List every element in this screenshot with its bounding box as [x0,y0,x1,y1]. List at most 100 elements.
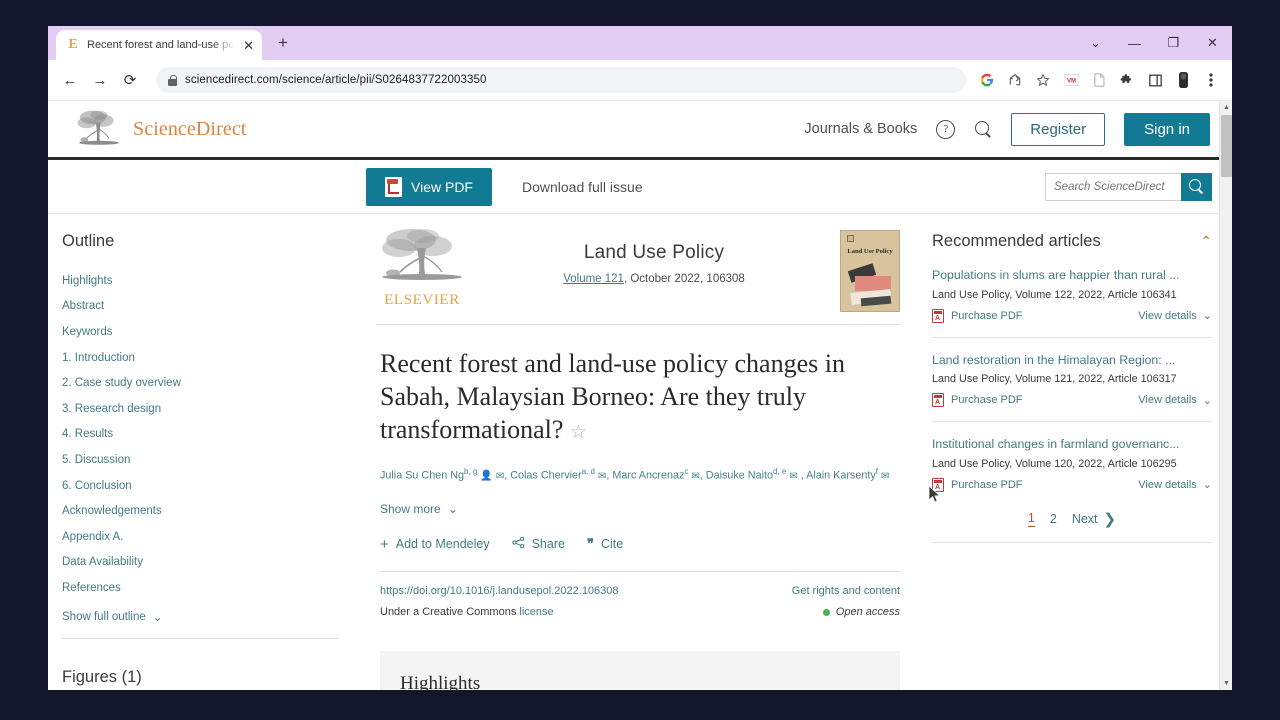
view-pdf-label: View PDF [411,178,473,195]
journal-volume-line: Volume 121, October 2022, 106308 [472,273,836,285]
side-panel-icon[interactable] [1142,67,1168,93]
elsevier-tree-icon [77,110,119,145]
outline-item-results[interactable]: 4. Results [62,422,338,448]
outline-item-references[interactable]: References [62,575,338,601]
outline-item-discussion[interactable]: 5. Discussion [62,447,338,473]
chevron-down-icon: ⌄ [447,502,458,517]
doi-link[interactable]: https://doi.org/10.1016/j.landusepol.202… [380,585,619,597]
show-full-outline-label: Show full outline [62,610,146,623]
outline-item-keywords[interactable]: Keywords [62,319,338,345]
journal-title[interactable]: Land Use Policy [472,242,836,264]
purchase-pdf-button[interactable]: Purchase PDF [932,477,1023,492]
tab-strip: E Recent forest and land-use polic ✕ + ⌄… [48,26,1232,60]
purchase-pdf-label: Purchase PDF [951,309,1023,322]
favorite-star-icon[interactable]: ☆ [570,422,587,443]
outline-item-case-study-overview[interactable]: 2. Case study overview [62,370,338,396]
author-profile-icon[interactable]: 👤 [480,471,492,482]
search-icon[interactable] [974,120,992,138]
tab-search-dropdown-icon[interactable]: ⌄ [1076,26,1115,60]
new-tab-button[interactable]: + [272,33,294,55]
author-email-icon[interactable]: ✉ [789,469,797,486]
author-name[interactable]: Daisuke Naito [706,470,773,482]
divider [932,541,1212,543]
chevron-right-icon: ❯ [1103,510,1117,528]
scroll-up-icon[interactable]: ▲ [1220,101,1232,114]
minimize-icon[interactable]: — [1115,26,1154,60]
close-window-icon[interactable]: ✕ [1193,26,1232,60]
page-1-button[interactable]: 1 [1027,511,1035,527]
view-details-button[interactable]: View details ⌄ [1138,478,1212,492]
cover-title: Land Use Policy [847,248,893,255]
journals-books-link[interactable]: Journals & Books [804,121,917,137]
author-email-icon[interactable]: ✉ [881,469,889,486]
volume-link[interactable]: Volume 121 [563,273,624,285]
purchase-pdf-button[interactable]: Purchase PDF [932,393,1023,408]
search-submit-button[interactable] [1181,172,1212,201]
author-email-icon[interactable]: ✉ [691,469,699,486]
profile-icon[interactable] [1170,67,1196,93]
journal-cover-image[interactable]: Land Use Policy [840,230,900,312]
search-input[interactable] [1045,172,1181,201]
forward-icon[interactable]: → [86,66,114,94]
scrollbar-thumb[interactable] [1221,115,1232,177]
browser-tab[interactable]: E Recent forest and land-use polic ✕ [56,30,262,60]
get-rights-and-content-link[interactable]: Get rights and content [792,585,900,597]
help-icon[interactable]: ? [936,119,956,139]
author-name[interactable]: Colas Chervier [510,470,581,482]
register-button[interactable]: Register [1011,112,1106,146]
outline-item-abstract[interactable]: Abstract [62,294,338,320]
recommended-pagination: 1 2 Next ❯ [932,510,1212,528]
view-details-button[interactable]: View details ⌄ [1138,394,1212,407]
divider [932,421,1212,423]
download-full-issue-link[interactable]: Download full issue [522,179,643,195]
outline-item-conclusion[interactable]: 6. Conclusion [62,473,338,499]
add-to-mendeley-button[interactable]: + Add to Mendeley [380,537,490,552]
next-page-button[interactable]: Next ❯ [1072,510,1116,528]
maximize-icon[interactable]: ❐ [1154,26,1193,60]
reload-icon[interactable]: ⟳ [116,66,144,94]
extension-vm-icon[interactable]: VM [1058,67,1084,93]
article-title-text: Recent forest and land-use policy change… [380,349,845,445]
outline-item-appendix-a[interactable]: Appendix A. [62,524,338,550]
scroll-down-icon[interactable]: ▼ [1220,677,1232,690]
page-scrollbar[interactable]: ▲ ▼ [1219,101,1232,690]
outline-item-data-availability[interactable]: Data Availability [62,550,338,576]
recommended-article-meta: Land Use Policy, Volume 122, 2022, Artic… [932,288,1177,301]
menu-kebab-icon[interactable] [1198,67,1224,93]
share-icon[interactable] [1002,67,1028,93]
browser-window: E Recent forest and land-use polic ✕ + ⌄… [48,26,1232,690]
sciencedirect-logo[interactable]: ScienceDirect [76,109,246,149]
signin-button[interactable]: Sign in [1124,112,1210,146]
page-2-button[interactable]: 2 [1050,512,1057,526]
address-bar[interactable]: sciencedirect.com/science/article/pii/S0… [156,67,966,93]
reader-page-icon[interactable] [1086,67,1112,93]
google-icon[interactable] [974,67,1000,93]
outline-item-introduction[interactable]: 1. Introduction [62,345,338,371]
author-affil-sup: c [684,467,689,477]
open-access-badge: Open access [822,606,900,618]
license-link[interactable]: license [519,606,553,618]
sciencedirect-header: ScienceDirect Journals & Books ? Registe… [48,101,1232,160]
share-button[interactable]: Share [511,536,565,552]
outline-item-research-design[interactable]: 3. Research design [62,396,338,422]
recommended-article-title[interactable]: Populations in slums are happier than ru… [932,267,1212,284]
author-name[interactable]: Julia Su Chen Ng [380,470,464,482]
view-details-button[interactable]: View details ⌄ [1138,309,1212,323]
outline-item-acknowledgements[interactable]: Acknowledgements [62,498,338,524]
tab-close-icon[interactable]: ✕ [241,39,256,52]
author-email-icon[interactable]: ✉ [496,469,504,486]
bookmark-star-icon[interactable] [1030,67,1056,93]
show-full-outline-button[interactable]: Show full outline ⌄ [62,610,338,624]
purchase-pdf-button[interactable]: Purchase PDF [932,308,1023,323]
author-name[interactable]: Marc Ancrenaz [612,470,684,482]
author-name[interactable]: , Alain Karsenty [801,470,876,482]
cite-button[interactable]: ❞ Cite [587,536,623,552]
show-more-button[interactable]: Show more ⌄ [380,502,900,516]
chevron-up-icon[interactable]: ⌃ [1200,233,1212,250]
puzzle-extension-icon[interactable] [1114,67,1140,93]
recommended-article-title[interactable]: Land restoration in the Himalayan Region… [932,352,1212,369]
view-pdf-button[interactable]: View PDF [366,167,492,206]
recommended-article-title[interactable]: Institutional changes in farmland govern… [932,436,1212,453]
outline-item-highlights[interactable]: Highlights [62,268,338,294]
back-icon[interactable]: ← [56,66,84,94]
